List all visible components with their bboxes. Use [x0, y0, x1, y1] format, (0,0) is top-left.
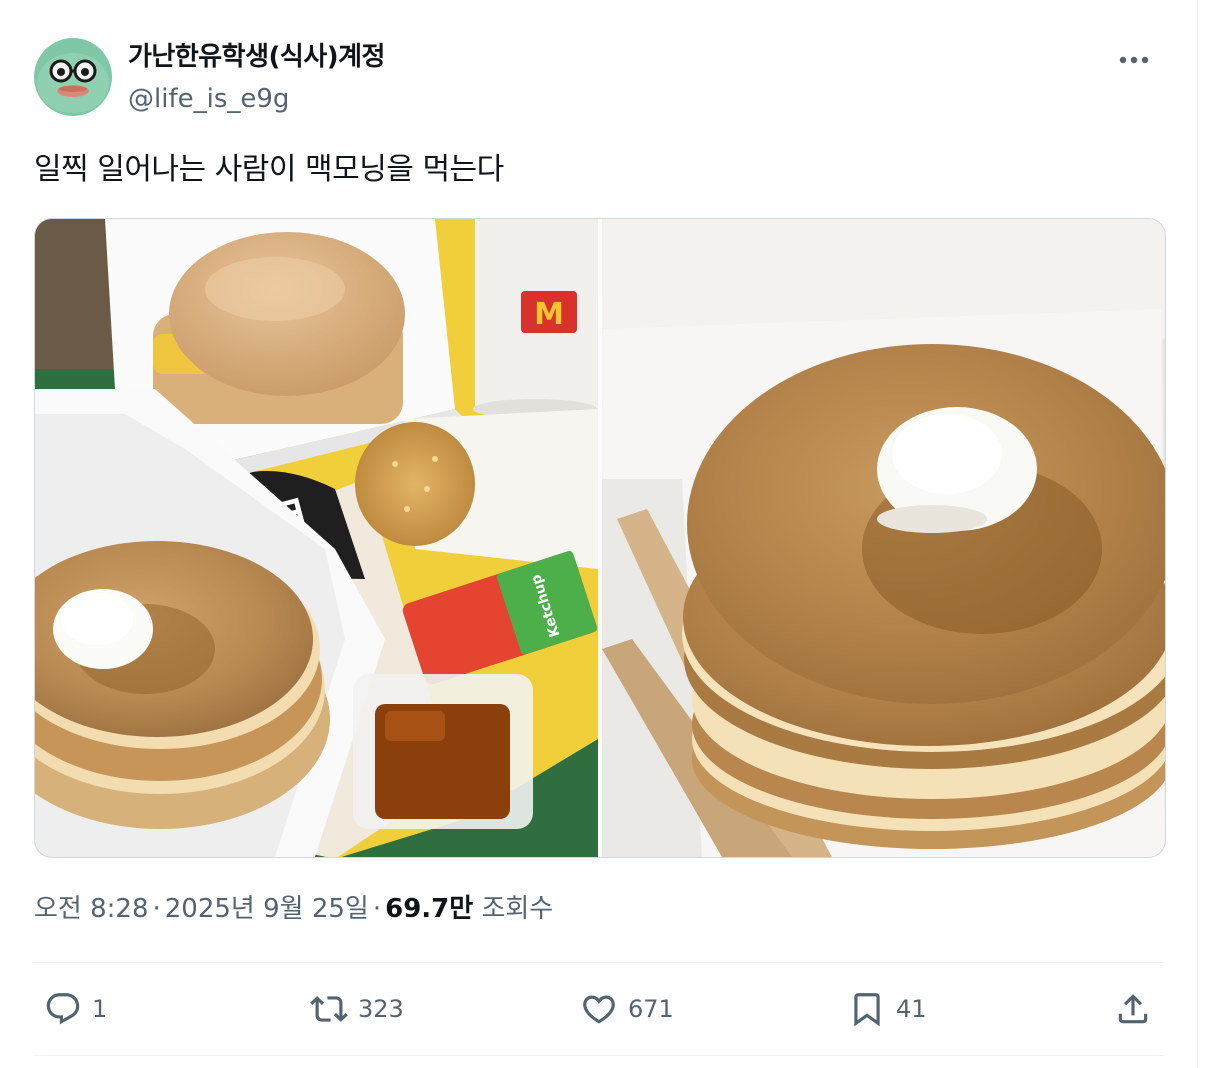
repost-button[interactable]: 323 [310, 985, 404, 1033]
media-grid: 朝 M [34, 218, 1166, 858]
mcdonalds-logo: M [534, 297, 564, 332]
photo-left[interactable]: 朝 M [35, 219, 598, 857]
photo-right[interactable] [602, 219, 1165, 857]
tweet-text: 일찍 일어나는 사람이 맥모닝을 먹는다 [34, 152, 504, 187]
breakfast-tray-photo: 朝 M [35, 219, 598, 857]
meta-separator-2: · [372, 894, 382, 924]
repost-icon [310, 996, 348, 1022]
like-button[interactable]: 671 [580, 985, 674, 1033]
meta-separator: · [152, 894, 161, 924]
repost-count: 323 [358, 995, 404, 1023]
display-name[interactable]: 가난한유학생(식사)계정 [128, 40, 385, 74]
tweet-meta: 오전 8:28 · 2025년 9월 25일 · 69.7만 조회수 [34, 890, 553, 928]
user-handle[interactable]: @life_is_e9g [128, 82, 289, 116]
share-button[interactable] [1114, 985, 1152, 1033]
like-icon [583, 995, 615, 1024]
pancake-closeup-photo [602, 219, 1165, 857]
more-options-button[interactable] [1114, 40, 1154, 80]
reply-icon [46, 993, 80, 1025]
bookmark-icon [854, 993, 880, 1027]
tweet-time[interactable]: 오전 8:28 [34, 894, 149, 924]
more-icon [1119, 56, 1149, 64]
views-label: 조회수 [481, 894, 554, 924]
reply-button[interactable]: 1 [44, 985, 107, 1033]
divider-bottom [34, 1055, 1164, 1056]
views-count: 69.7만 [385, 894, 474, 924]
like-count: 671 [628, 995, 674, 1023]
divider-top [34, 962, 1164, 963]
column-border [1197, 0, 1198, 1068]
bookmark-button[interactable]: 41 [848, 985, 927, 1033]
reply-count: 1 [92, 995, 108, 1023]
share-icon [1118, 994, 1148, 1024]
tweet-date[interactable]: 2025년 9월 25일 [165, 894, 369, 924]
avatar-image [34, 38, 112, 116]
avatar[interactable] [34, 38, 112, 116]
bookmark-count: 41 [896, 995, 927, 1023]
